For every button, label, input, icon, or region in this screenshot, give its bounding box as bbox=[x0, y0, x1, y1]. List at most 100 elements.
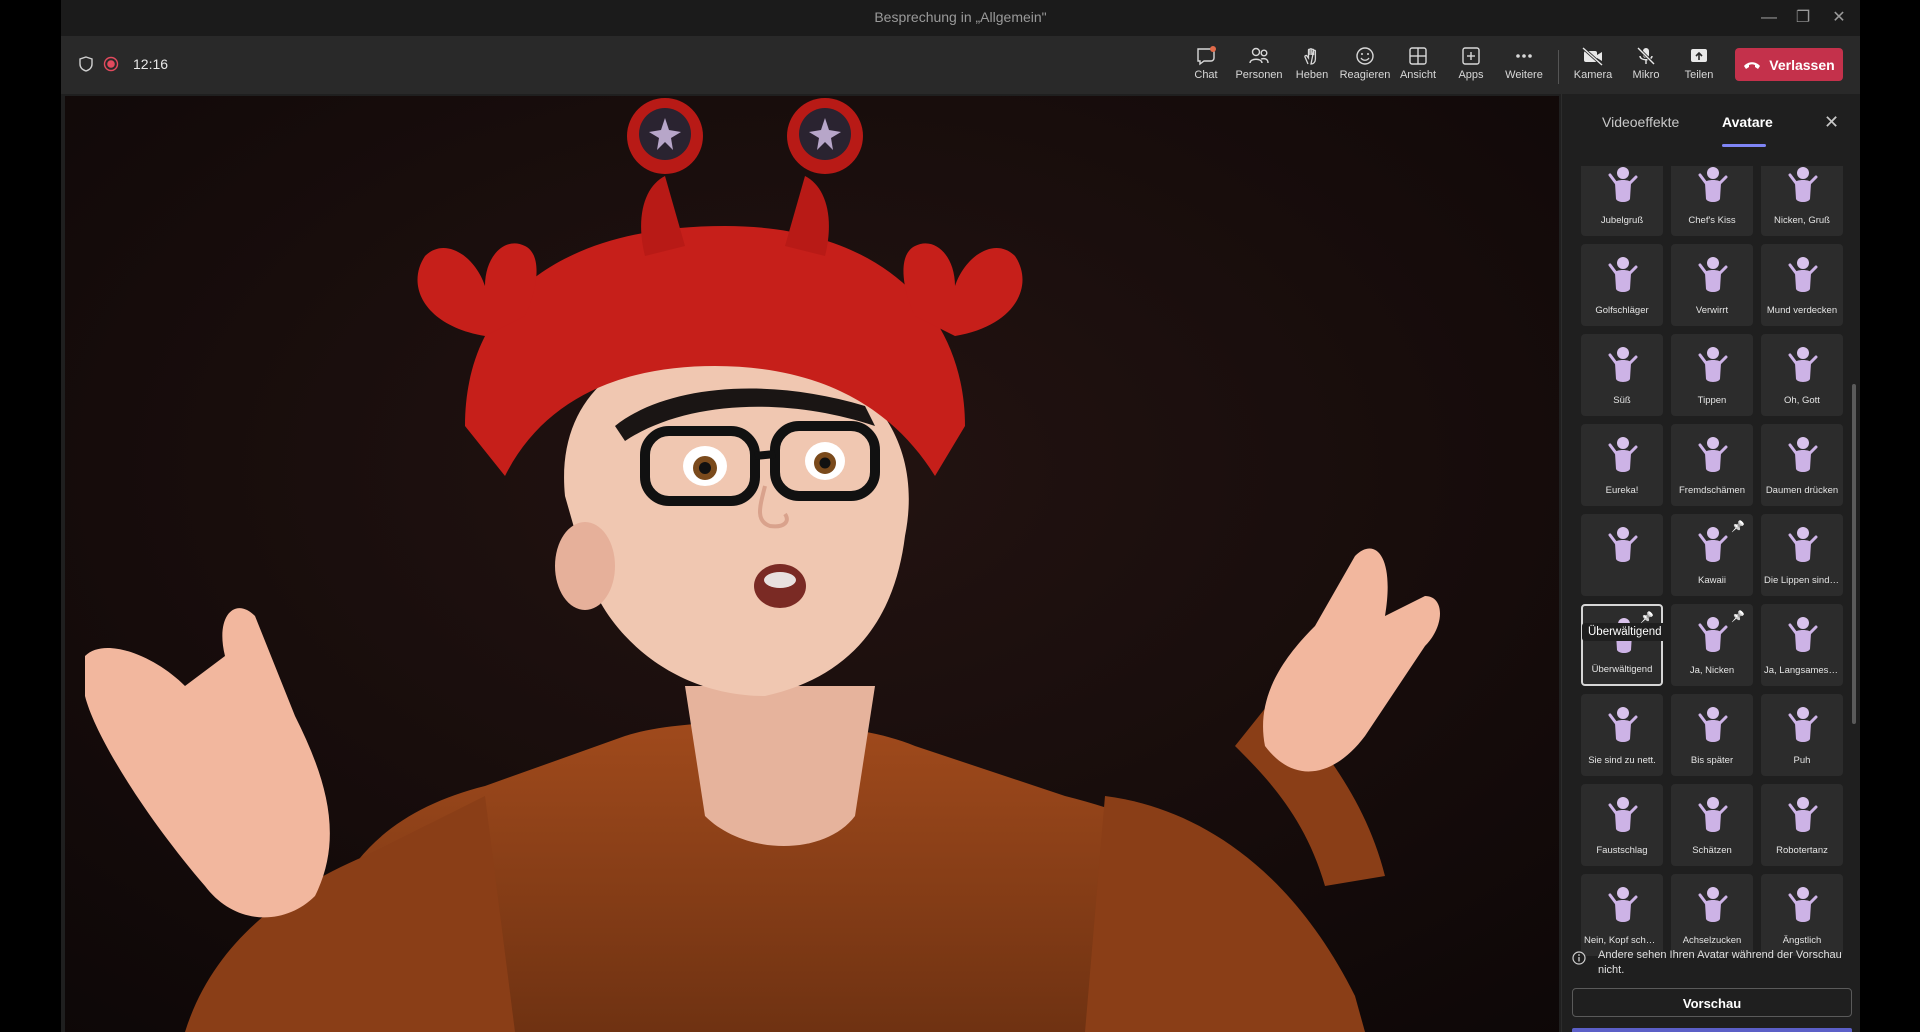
reaction-tile[interactable]: Achselzucken bbox=[1671, 874, 1753, 956]
camera-off-icon bbox=[1581, 46, 1604, 66]
react-icon bbox=[1356, 47, 1374, 65]
reaction-tile[interactable]: Nein, Kopf schüt... bbox=[1581, 874, 1663, 956]
camera-label: Kamera bbox=[1573, 69, 1613, 81]
tooltip: Überwältigend bbox=[1582, 623, 1668, 641]
share-label: Teilen bbox=[1684, 69, 1714, 81]
apps-button[interactable]: Apps bbox=[1445, 44, 1497, 90]
people-button[interactable]: Personen bbox=[1233, 44, 1285, 90]
tab-avatars[interactable]: Avatare bbox=[1722, 114, 1773, 130]
pin-icon[interactable]: 📌 bbox=[1731, 610, 1745, 623]
reaction-tile-label: Ja, Langsames N... bbox=[1764, 665, 1840, 676]
restore-icon[interactable]: ❐ bbox=[1785, 6, 1821, 30]
reaction-tile[interactable]: Die Lippen sind ... bbox=[1761, 514, 1843, 596]
teams-meeting-window: Besprechung in „Allgemein" — ❐ ✕ 12:16 C… bbox=[61, 0, 1860, 1032]
avatar-pose-icon bbox=[1608, 257, 1638, 292]
reaction-tile[interactable]: Schätzen bbox=[1671, 784, 1753, 866]
reaction-tile[interactable]: Oh, Gott bbox=[1761, 334, 1843, 416]
reaction-tile[interactable]: Fremdschämen bbox=[1671, 424, 1753, 506]
close-panel-icon[interactable]: ✕ bbox=[1824, 112, 1839, 133]
panel-scrollbar[interactable] bbox=[1852, 384, 1856, 724]
share-button[interactable]: Teilen bbox=[1673, 44, 1725, 90]
more-icon bbox=[1516, 54, 1532, 58]
reaction-tile[interactable]: Bis später bbox=[1671, 694, 1753, 776]
camera-button[interactable]: Kamera bbox=[1567, 44, 1619, 90]
reaction-tile[interactable]: Chef's Kiss bbox=[1671, 166, 1753, 236]
reaction-tile-label: Jubelgruß bbox=[1600, 215, 1644, 226]
avatar-pose-icon bbox=[1698, 707, 1728, 742]
reaction-grid: Jubelgruß Chef's Kiss Nicken, Gruß Golfschl… bbox=[1562, 166, 1860, 1024]
shield-icon bbox=[79, 56, 93, 72]
avatar-pose-icon bbox=[1788, 707, 1818, 742]
title-bar: Besprechung in „Allgemein" — ❐ ✕ bbox=[61, 0, 1860, 36]
reaction-tile[interactable]: Daumen drücken bbox=[1761, 424, 1843, 506]
reaction-tile[interactable]: Eureka! bbox=[1581, 424, 1663, 506]
reaction-tile-label: Überwältigend bbox=[1591, 664, 1653, 675]
reaction-tile-label: Kawaii bbox=[1698, 575, 1726, 586]
reaction-tile[interactable]: Süß bbox=[1581, 334, 1663, 416]
leave-button[interactable]: Verlassen bbox=[1735, 48, 1843, 81]
reaction-tile-label: Chef's Kiss bbox=[1688, 215, 1736, 226]
mic-off-icon bbox=[1636, 46, 1656, 66]
react-label: Reagieren bbox=[1339, 69, 1391, 81]
avatar-pose-icon bbox=[1698, 617, 1728, 652]
recording-icon bbox=[103, 56, 119, 72]
tab-video-effects[interactable]: Videoeffekte bbox=[1602, 114, 1679, 130]
minimize-icon[interactable]: — bbox=[1751, 6, 1787, 30]
avatar-pose-icon bbox=[1788, 347, 1818, 382]
reaction-tile-label: Ja, Nicken bbox=[1689, 665, 1735, 676]
reaction-tile[interactable]: Sie sind zu nett. bbox=[1581, 694, 1663, 776]
mic-button[interactable]: Mikro bbox=[1620, 44, 1672, 90]
preview-button[interactable]: Vorschau bbox=[1572, 988, 1852, 1017]
avatar-video-feed bbox=[65, 96, 1559, 1032]
avatar-pose-icon bbox=[1788, 887, 1818, 922]
pin-icon[interactable]: 📌 bbox=[1731, 520, 1745, 533]
leave-label: Verlassen bbox=[1769, 56, 1835, 73]
avatar-pose-icon bbox=[1788, 437, 1818, 472]
meeting-timer: 12:16 bbox=[133, 56, 169, 72]
react-button[interactable]: Reagieren bbox=[1339, 44, 1391, 90]
mic-label: Mikro bbox=[1632, 69, 1660, 81]
reaction-tile[interactable]: 📌 Kawaii bbox=[1671, 514, 1753, 596]
close-window-icon[interactable]: ✕ bbox=[1821, 6, 1857, 30]
reaction-tiles: Jubelgruß Chef's Kiss Nicken, Gruß Golfschl… bbox=[1581, 166, 1843, 956]
avatar-pose-icon bbox=[1788, 257, 1818, 292]
people-label: Personen bbox=[1235, 69, 1283, 81]
preview-info-text: Andere sehen Ihren Avatar während der Vo… bbox=[1598, 949, 1842, 976]
avatar-illustration bbox=[65, 96, 1559, 1032]
avatar-pose-icon bbox=[1698, 437, 1728, 472]
reaction-tile[interactable]: Golfschläger bbox=[1581, 244, 1663, 326]
reaction-tile[interactable]: Tippen bbox=[1671, 334, 1753, 416]
avatar-pose-icon bbox=[1698, 257, 1728, 292]
reaction-tile[interactable]: Nicken, Gruß bbox=[1761, 166, 1843, 236]
reaction-tile[interactable]: Robotertanz bbox=[1761, 784, 1843, 866]
reaction-tile-label: Robotertanz bbox=[1776, 845, 1828, 856]
reaction-tile-label: Daumen drücken bbox=[1765, 485, 1839, 496]
more-label: Weitere bbox=[1505, 69, 1543, 81]
reaction-tile-label: Schätzen bbox=[1692, 845, 1732, 856]
reaction-tile[interactable]: Jubelgruß bbox=[1581, 166, 1663, 236]
avatar-pose-icon bbox=[1698, 887, 1728, 922]
chat-icon bbox=[1197, 46, 1216, 66]
reaction-tile-label: Nein, Kopf schüt... bbox=[1584, 935, 1660, 946]
reaction-tile-label: Eureka! bbox=[1605, 485, 1639, 496]
reaction-tile[interactable]: Ja, Langsames N... bbox=[1761, 604, 1843, 686]
reaction-tile[interactable]: 📌 Überwältigend bbox=[1581, 604, 1663, 686]
avatar-pose-icon bbox=[1608, 887, 1638, 922]
raise-hand-icon bbox=[1304, 48, 1317, 65]
avatar-pose-icon bbox=[1698, 167, 1728, 202]
reaction-tile[interactable]: Mund verdecken bbox=[1761, 244, 1843, 326]
reaction-tile[interactable]: 📌 Ja, Nicken bbox=[1671, 604, 1753, 686]
more-button[interactable]: Weitere bbox=[1498, 44, 1550, 90]
avatar-pose-icon bbox=[1608, 797, 1638, 832]
reaction-tile[interactable]: Verwirrt bbox=[1671, 244, 1753, 326]
raise-hand-button[interactable]: Heben bbox=[1286, 44, 1338, 90]
reaction-tile[interactable]: Faustschlag bbox=[1581, 784, 1663, 866]
apps-label: Apps bbox=[1458, 69, 1484, 81]
reaction-tile-label: Verwirrt bbox=[1695, 305, 1729, 316]
reaction-tile[interactable] bbox=[1581, 514, 1663, 596]
reaction-tile[interactable]: Ängstlich bbox=[1761, 874, 1843, 956]
chat-button[interactable]: Chat bbox=[1180, 44, 1232, 90]
reaction-tile[interactable]: Puh bbox=[1761, 694, 1843, 776]
view-button[interactable]: Ansicht bbox=[1392, 44, 1444, 90]
reaction-tile-label: Die Lippen sind ... bbox=[1764, 575, 1840, 586]
